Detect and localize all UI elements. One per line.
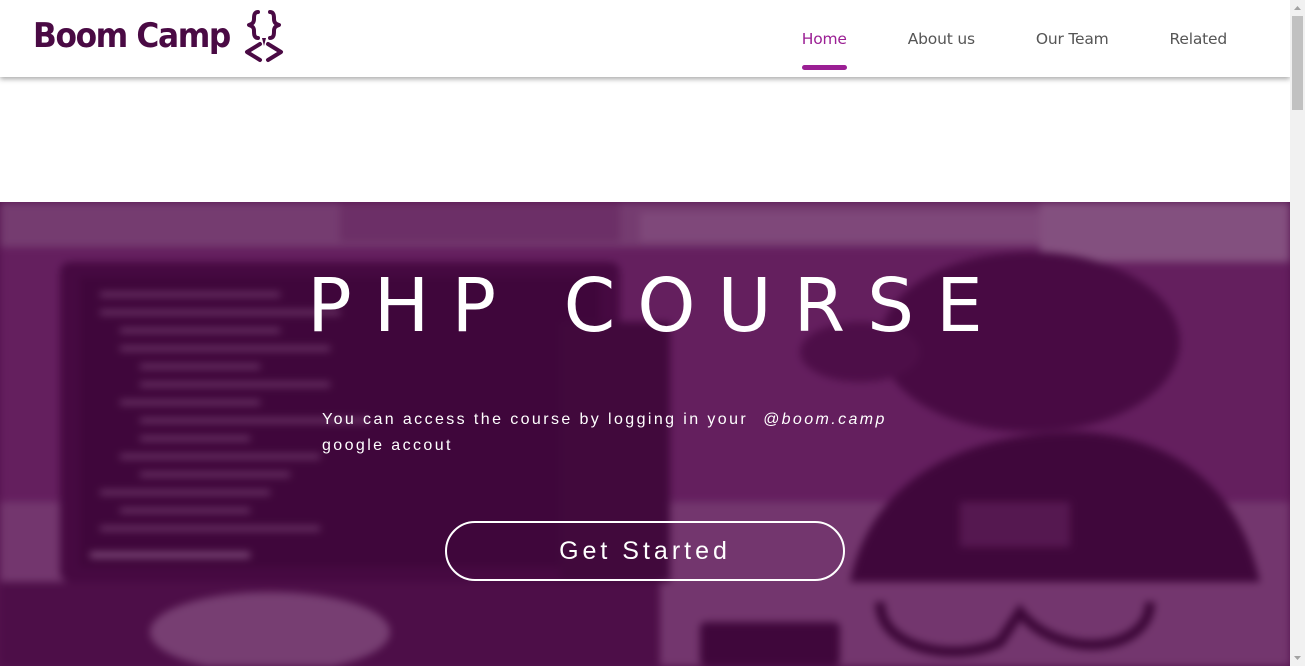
scroll-down-arrow-icon[interactable] — [1290, 651, 1305, 666]
subtitle-text: You can access the course by logging in … — [322, 411, 749, 428]
nav-item-our-team[interactable]: Our Team — [1036, 0, 1109, 77]
vertical-scrollbar[interactable] — [1290, 0, 1305, 666]
get-started-button[interactable]: Get Started — [445, 521, 845, 581]
nav-item-about-us[interactable]: About us — [908, 0, 975, 77]
subtitle-domain: @boom.camp — [762, 411, 887, 428]
nav-item-related[interactable]: Related — [1170, 0, 1228, 77]
logo-mark-icon — [245, 10, 283, 62]
subtitle-text-end: google accout — [322, 437, 453, 454]
logo-link[interactable]: Boom Camp — [33, 8, 283, 68]
scrollbar-thumb[interactable] — [1292, 16, 1303, 110]
hero-subtitle: You can access the course by logging in … — [322, 407, 952, 459]
brand-name: Boom Camp — [33, 16, 231, 56]
nav-item-home[interactable]: Home — [801, 0, 847, 77]
hero-title: PHP COURSE — [307, 263, 1005, 349]
hero-section: PHP COURSE You can access the course by … — [0, 202, 1290, 666]
main-nav: Home About us Our Team Related — [801, 0, 1228, 77]
site-header: Boom Camp Home About us Our Team Related — [0, 0, 1290, 77]
page: Boom Camp Home About us Our Team Related… — [0, 0, 1290, 666]
scroll-up-arrow-icon[interactable] — [1290, 0, 1305, 15]
